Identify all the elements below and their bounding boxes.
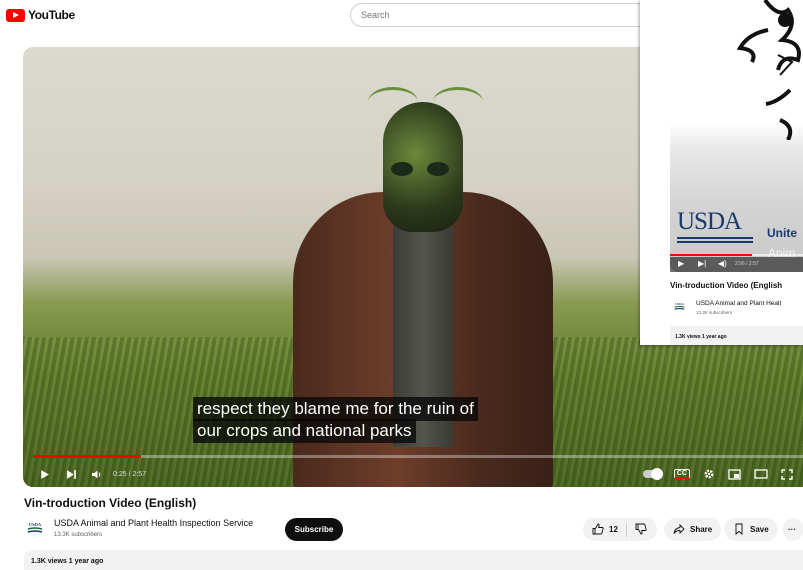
more-actions-button[interactable]: ···: [783, 518, 803, 541]
video-meta: 1.3K views 1 year ago: [31, 558, 104, 565]
share-label: Share: [690, 525, 713, 534]
like-divider: [625, 522, 627, 537]
save-label: Save: [750, 525, 769, 534]
next-icon[interactable]: [66, 469, 77, 480]
caption-line-1: respect they blame me for the ruin of: [193, 397, 478, 421]
channel-avatar[interactable]: USDA: [26, 520, 44, 536]
antenna-left: [368, 87, 418, 117]
youtube-play-icon: [6, 8, 25, 22]
gear-icon[interactable]: [703, 468, 715, 480]
overlay-time: 2:56 / 2:57: [735, 261, 759, 267]
channel-name[interactable]: USDA Animal and Plant Health Inspection …: [54, 518, 253, 528]
share-icon: [673, 523, 685, 537]
overlay-usda-logo: USDA: [677, 208, 742, 235]
caption-line-2: our crops and national parks: [193, 419, 416, 443]
fullscreen-icon[interactable]: [781, 468, 793, 480]
logo-text: YouTube: [28, 8, 75, 22]
save-button[interactable]: Save: [724, 518, 778, 541]
bookmark-icon: [733, 523, 745, 537]
time-display: 0:25 / 2:57: [113, 470, 147, 478]
miniplayer-icon[interactable]: [728, 468, 741, 480]
antenna-right: [433, 87, 483, 117]
thumbs-up-icon[interactable]: [592, 523, 604, 537]
subtitles-button[interactable]: CC: [673, 469, 690, 479]
overlay-description-box: 1.3K views 1 year ago: [670, 326, 803, 345]
play-icon[interactable]: [39, 469, 50, 480]
youtube-logo[interactable]: YouTube: [6, 8, 75, 22]
like-dislike-group: 12: [583, 518, 657, 541]
description-box[interactable]: 1.3K views 1 year ago: [24, 550, 803, 570]
overlay-progress-fill: [670, 254, 752, 256]
progress-bar[interactable]: [33, 455, 803, 458]
overlay-usda-stripe-1: [677, 237, 753, 239]
svg-text:USDA: USDA: [29, 522, 42, 527]
insect-eye-right: [427, 162, 449, 176]
progress-fill: [33, 455, 141, 458]
more-label: ···: [788, 525, 796, 534]
subscriber-count: 13.3K subscribers: [54, 532, 103, 538]
overlay-channel-avatar: USDA: [674, 302, 685, 310]
overlay-usda-stripe-2: [677, 241, 753, 243]
overlay-channel-name: USDA Animal and Plant Healt: [696, 300, 782, 307]
overlay-thumbnail: USDA Unite Anim ▶ ▶| ◀) 2:56 / 2:57 Vin-…: [640, 0, 803, 345]
theater-mode-icon[interactable]: [754, 469, 768, 479]
overlay-next-icon: ▶|: [698, 259, 707, 268]
overlay-video-title: Vin-troduction Video (English: [670, 281, 783, 290]
overlay-volume-icon: ◀): [718, 259, 727, 268]
search-input[interactable]: [350, 3, 642, 27]
subscribe-button[interactable]: Subscribe: [285, 518, 343, 541]
video-title: Vin-troduction Video (English): [24, 496, 197, 510]
insect-eye-left: [391, 162, 413, 176]
volume-icon[interactable]: [91, 469, 103, 480]
overlay-subscriber-count: 13.3K subscribers: [696, 310, 733, 315]
like-count[interactable]: 12: [609, 525, 618, 534]
player-controls: 0:25 / 2:57 CC: [23, 461, 803, 487]
overlay-united-text: Unite: [767, 226, 797, 240]
autoplay-toggle[interactable]: [642, 468, 663, 480]
overlay-video-meta: 1.3K views 1 year ago: [675, 334, 727, 340]
overlay-play-icon: ▶: [678, 259, 685, 268]
overlay-ink-drawing: [736, 0, 801, 141]
share-button[interactable]: Share: [664, 518, 722, 541]
thumbs-down-icon[interactable]: [635, 523, 647, 537]
svg-text:USDA: USDA: [675, 302, 684, 306]
